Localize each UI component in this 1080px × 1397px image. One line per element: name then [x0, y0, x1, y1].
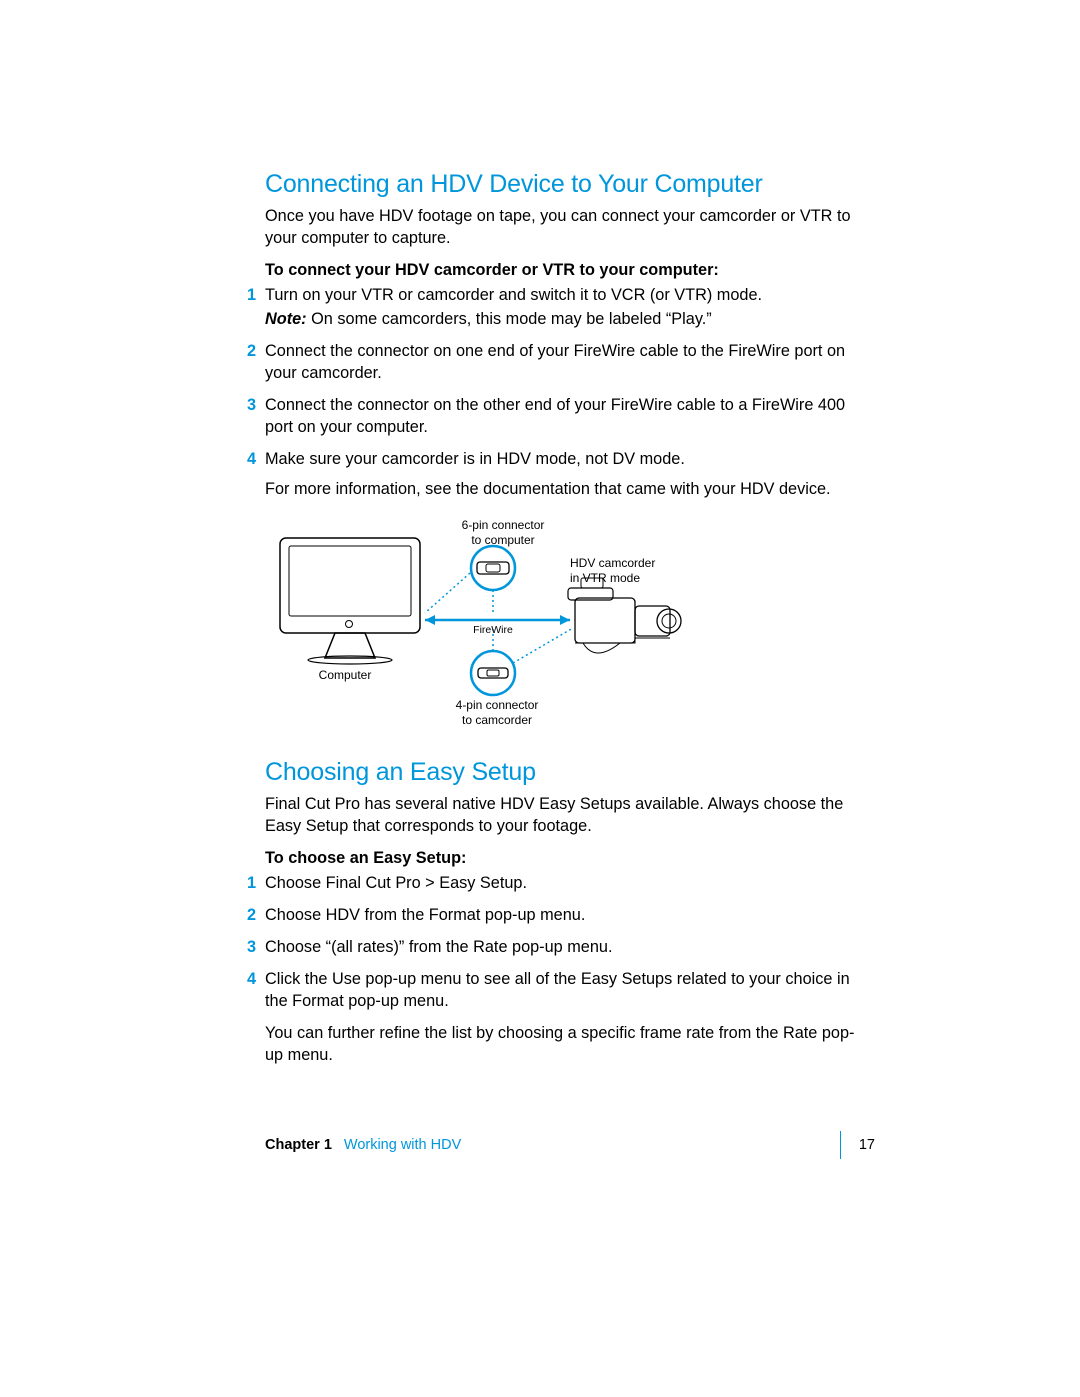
step-text: Make sure your camcorder is in HDV mode,…: [265, 450, 685, 468]
chapter-title: Working with HDV: [344, 1137, 822, 1153]
proc-heading-connect: To connect your HDV camcorder or VTR to …: [265, 261, 865, 280]
computer-icon: [280, 538, 420, 664]
step-number: 2: [247, 904, 256, 926]
step-1: 1 Turn on your VTR or camcorder and swit…: [265, 284, 865, 330]
step-after: You can further refine the list by choos…: [265, 1022, 865, 1066]
steps-easy: 1 Choose Final Cut Pro > Easy Setup. 2 C…: [265, 872, 865, 1066]
step-1: 1 Choose Final Cut Pro > Easy Setup.: [265, 872, 865, 894]
intro-easy-setup: Final Cut Pro has several native HDV Eas…: [265, 793, 865, 837]
label-firewire: FireWire: [468, 624, 518, 637]
step-number: 4: [247, 968, 256, 990]
label-line: to computer: [471, 533, 534, 547]
step-text: Connect the connector on one end of your…: [265, 342, 845, 382]
step-2: 2 Choose HDV from the Format pop-up menu…: [265, 904, 865, 926]
diagram-svg: [275, 518, 695, 728]
page-footer: Chapter 1 Working with HDV 17: [265, 1131, 875, 1159]
step-text: Click the Use pop-up menu to see all of …: [265, 970, 850, 1010]
step-number: 4: [247, 448, 256, 470]
step-text: Turn on your VTR or camcorder and switch…: [265, 286, 762, 304]
step-after: For more information, see the documentat…: [265, 478, 865, 500]
step-4: 4 Make sure your camcorder is in HDV mod…: [265, 448, 865, 500]
step-note: Note: On some camcorders, this mode may …: [265, 308, 865, 330]
step-3: 3 Connect the connector on the other end…: [265, 394, 865, 438]
step-number: 2: [247, 340, 256, 362]
step-text: Choose HDV from the Format pop-up menu.: [265, 906, 585, 924]
note-rest: On some camcorders, this mode may be lab…: [307, 310, 712, 328]
note-lead: Note:: [265, 310, 307, 328]
connection-diagram: 6-pin connector to computer HDV camcorde…: [275, 518, 695, 728]
label-line: 4-pin connector: [456, 698, 539, 712]
heading-connecting: Connecting an HDV Device to Your Compute…: [265, 170, 865, 199]
page-content: Connecting an HDV Device to Your Compute…: [0, 0, 1080, 1066]
label-line: in VTR mode: [570, 571, 640, 585]
six-pin-connector-icon: [425, 546, 515, 614]
step-number: 3: [247, 936, 256, 958]
label-camcorder: HDV camcorder in VTR mode: [570, 556, 670, 586]
proc-heading-easy: To choose an Easy Setup:: [265, 849, 865, 868]
heading-easy-setup: Choosing an Easy Setup: [265, 758, 865, 787]
label-computer: Computer: [305, 668, 385, 683]
label-6pin: 6-pin connector to computer: [453, 518, 553, 548]
step-text: Choose Final Cut Pro > Easy Setup.: [265, 874, 527, 892]
camcorder-icon: [568, 578, 681, 653]
label-line: 6-pin connector: [462, 518, 545, 532]
step-number: 3: [247, 394, 256, 416]
step-text: Choose “(all rates)” from the Rate pop-u…: [265, 938, 613, 956]
step-number: 1: [247, 284, 256, 306]
page-number: 17: [859, 1137, 875, 1153]
label-4pin: 4-pin connector to camcorder: [447, 698, 547, 728]
chapter-label: Chapter 1: [265, 1137, 332, 1153]
step-3: 3 Choose “(all rates)” from the Rate pop…: [265, 936, 865, 958]
intro-connecting: Once you have HDV footage on tape, you c…: [265, 205, 865, 249]
footer-divider-icon: [840, 1131, 841, 1159]
section-easy-setup: Choosing an Easy Setup Final Cut Pro has…: [265, 758, 865, 1066]
steps-connect: 1 Turn on your VTR or camcorder and swit…: [265, 284, 865, 500]
label-line: to camcorder: [462, 713, 532, 727]
step-2: 2 Connect the connector on one end of yo…: [265, 340, 865, 384]
step-number: 1: [247, 872, 256, 894]
label-line: HDV camcorder: [570, 556, 655, 570]
step-4: 4 Click the Use pop-up menu to see all o…: [265, 968, 865, 1066]
step-text: Connect the connector on the other end o…: [265, 396, 845, 436]
